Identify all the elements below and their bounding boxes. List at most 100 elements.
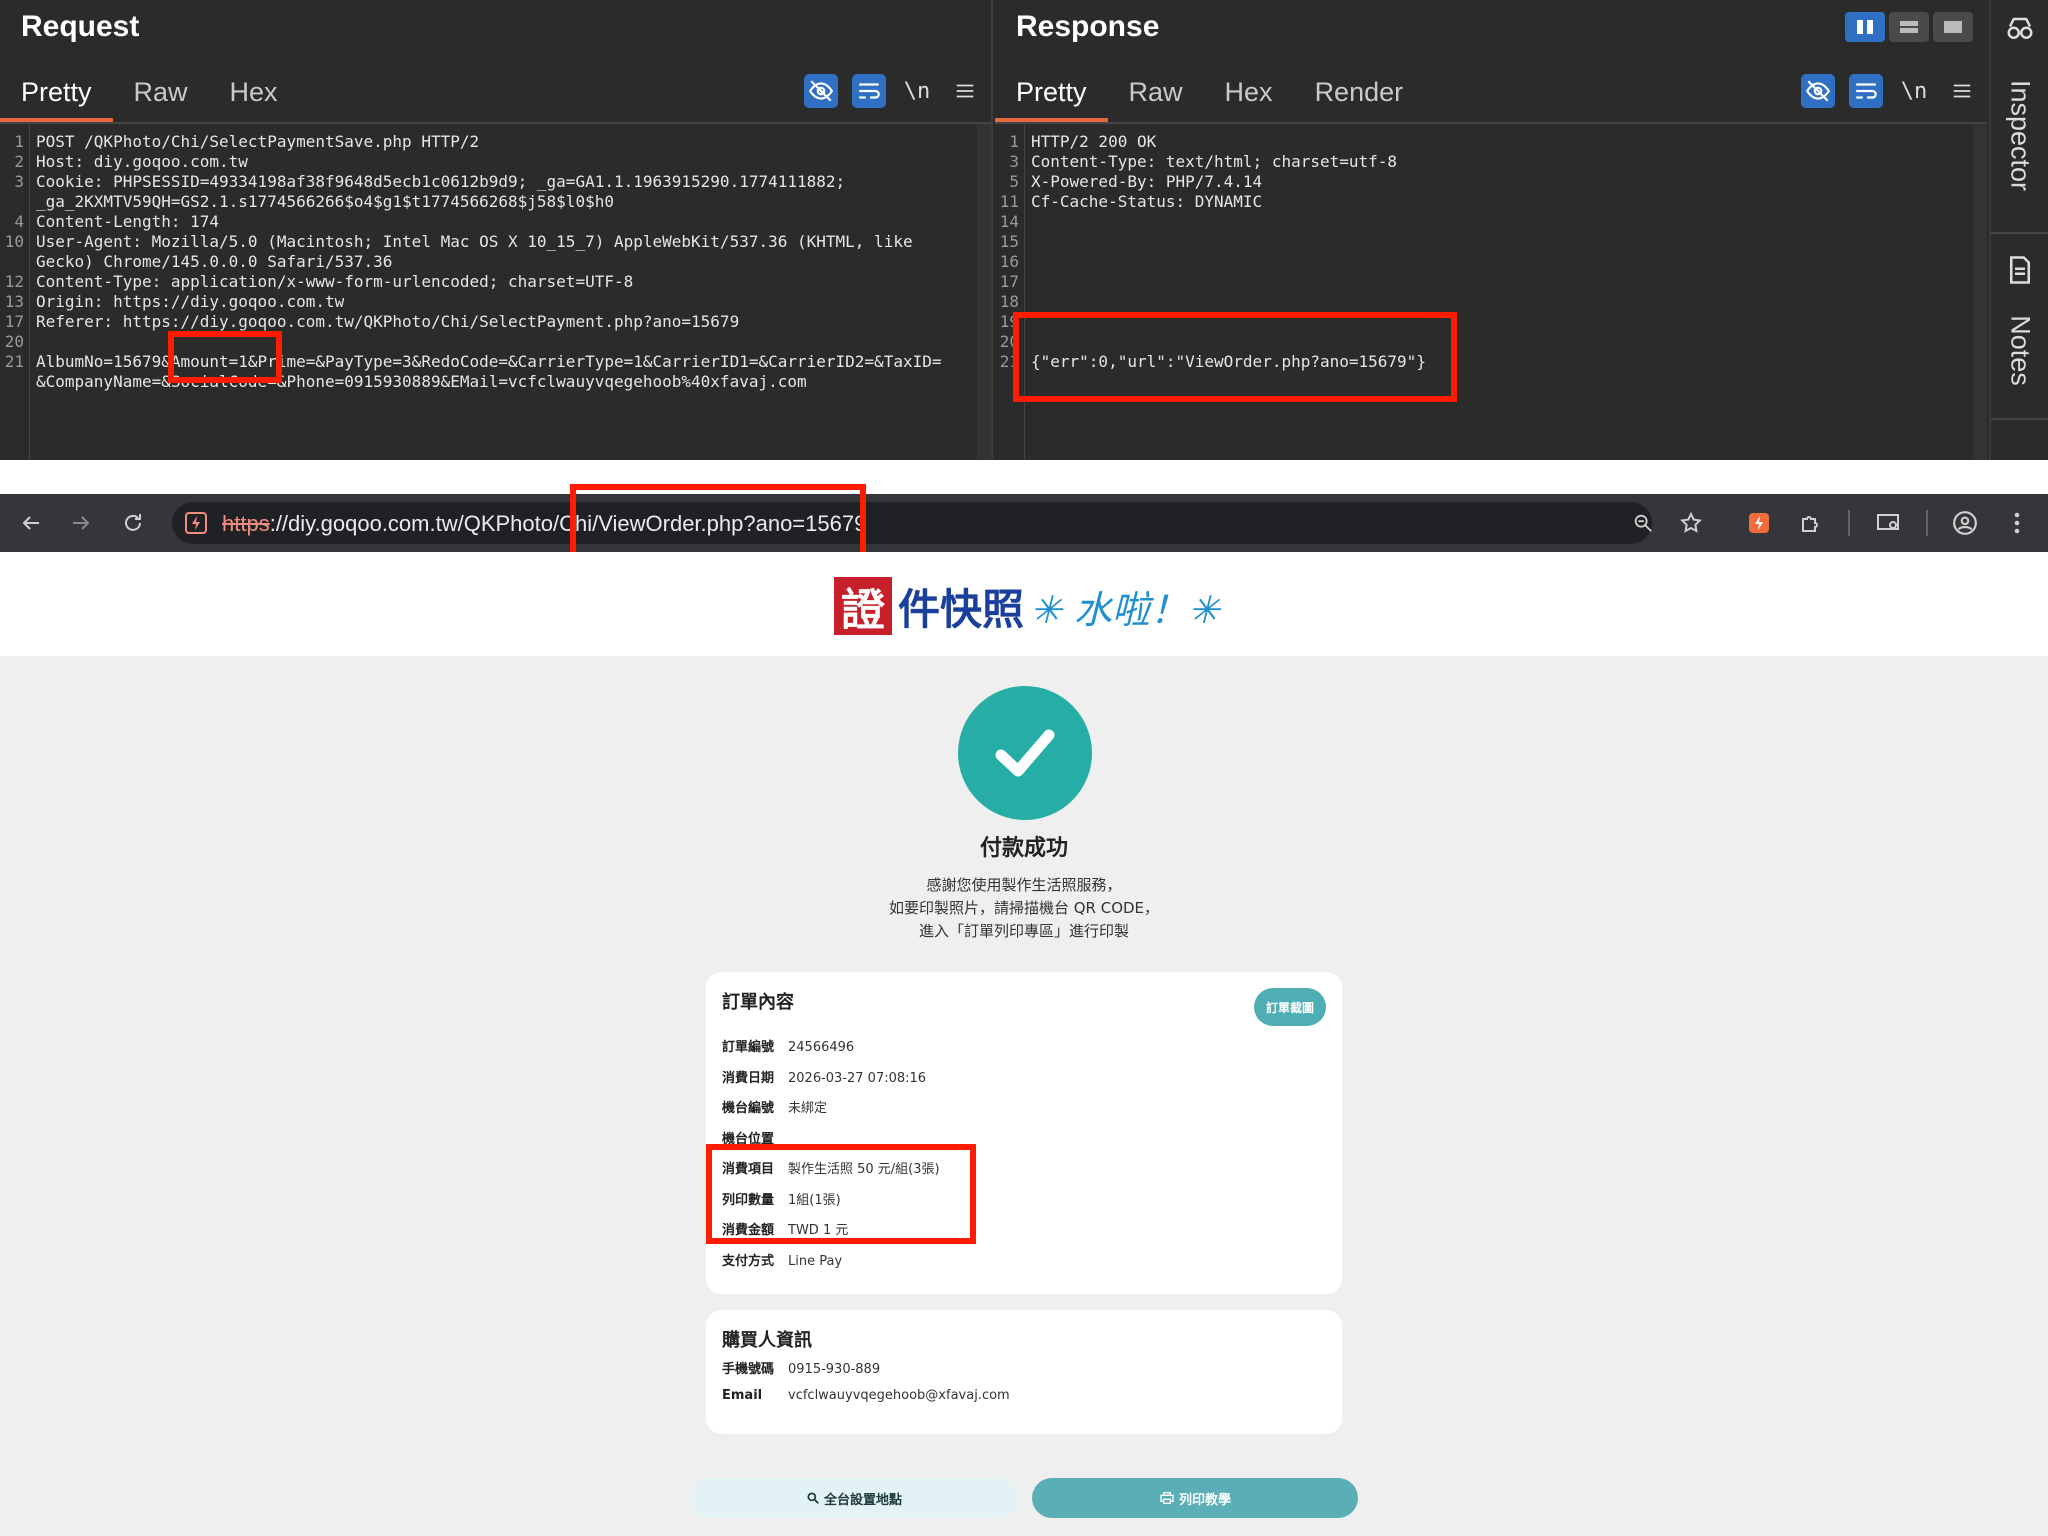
- tab-raw[interactable]: Raw: [113, 72, 209, 122]
- info-row: 手機號碼 0915-930-889: [722, 1358, 880, 1380]
- cast-icon[interactable]: [1872, 506, 1906, 540]
- menu-icon[interactable]: [1945, 74, 1979, 108]
- line-number: 17: [999, 272, 1019, 291]
- line-text: Content-Type: text/html; charset=utf-8: [1031, 152, 1398, 171]
- code-line[interactable]: _ga_2KXMTV59QH=GS2.1.s1774566266$o4$g1$t…: [0, 192, 977, 212]
- reload-icon[interactable]: [116, 506, 150, 540]
- brand-logo[interactable]: 證 件快照 ✳ 水啦！✳: [834, 576, 1220, 636]
- highlight-amount: [168, 331, 282, 383]
- response-scrollbar[interactable]: [1973, 124, 1987, 460]
- code-line[interactable]: 17: [995, 272, 1973, 292]
- newline-toggle[interactable]: \n: [900, 74, 934, 108]
- thanks-line: 進入「訂單列印專區」進行印製: [918, 922, 1129, 940]
- line-number: 2: [14, 152, 24, 171]
- code-line[interactable]: 11 Cf-Cache-Status: DYNAMIC: [995, 192, 1973, 212]
- wrap-icon[interactable]: [852, 74, 886, 108]
- code-line[interactable]: 10 User-Agent: Mozilla/5.0 (Macintosh; In…: [0, 232, 977, 252]
- tutorial-button[interactable]: 列印教學: [1032, 1478, 1358, 1518]
- request-pane: Request Pretty Raw Hex \n 1 POST /QKPhoto…: [0, 0, 993, 460]
- locations-button[interactable]: 全台設置地點: [690, 1478, 1018, 1518]
- info-label: 訂單編號: [722, 1040, 775, 1055]
- line-number: 4: [14, 212, 24, 231]
- response-pane: Response Pretty Raw Hex Render \n 1 HTTP/…: [995, 0, 1987, 460]
- extension-icon[interactable]: [1742, 506, 1776, 540]
- code-line[interactable]: 2 Host: diy.goqoo.com.tw: [0, 152, 977, 172]
- inspector-icon[interactable]: [2005, 14, 2035, 48]
- tab-pretty[interactable]: Pretty: [0, 72, 113, 122]
- split-vertical-icon[interactable]: [1889, 12, 1929, 42]
- code-line[interactable]: 15: [995, 232, 1973, 252]
- wrap-icon[interactable]: [1849, 74, 1883, 108]
- search-icon: [807, 1492, 819, 1504]
- line-text: Content-Length: 174: [36, 212, 220, 231]
- line-text: Referer: https://diy.goqoo.com.tw/QKPhot…: [36, 312, 740, 331]
- code-line[interactable]: 14: [995, 212, 1973, 232]
- profile-icon[interactable]: [1948, 506, 1982, 540]
- kebab-icon[interactable]: [2000, 506, 2034, 540]
- code-line[interactable]: 16: [995, 252, 1973, 272]
- forward-icon[interactable]: [64, 506, 98, 540]
- address-bar[interactable]: https://diy.goqoo.com.tw/QKPhoto/Chi/Vie…: [172, 502, 1652, 544]
- code-line[interactable]: 5 X-Powered-By: PHP/7.4.14: [995, 172, 1973, 192]
- inspector-sidebar: Inspector Notes: [1989, 0, 2048, 460]
- check-icon: [958, 686, 1092, 820]
- info-value: Line Pay: [788, 1253, 843, 1269]
- code-line[interactable]: 4 Content-Length: 174: [0, 212, 977, 232]
- response-editor[interactable]: 1 HTTP/2 200 OK 3 Content-Type: text/html; …: [995, 124, 1973, 460]
- split-horizontal-icon[interactable]: [1845, 12, 1885, 42]
- info-label: 手機號碼: [722, 1362, 775, 1377]
- code-line[interactable]: &CompanyName=&SocialCode=&Phone=09159308…: [0, 372, 977, 392]
- puzzle-icon[interactable]: [1794, 506, 1828, 540]
- code-line[interactable]: 1 HTTP/2 200 OK: [995, 132, 1973, 152]
- notes-tab[interactable]: Notes: [2004, 315, 2035, 386]
- print-icon: [1160, 1492, 1174, 1504]
- menu-icon[interactable]: [948, 74, 982, 108]
- info-value: 24566496: [788, 1040, 855, 1055]
- line-number: 12: [4, 272, 24, 291]
- code-line[interactable]: Gecko) Chrome/145.0.0.0 Safari/537.36: [0, 252, 977, 272]
- inspector-tab[interactable]: Inspector: [2004, 80, 2035, 191]
- order-screenshot-button[interactable]: 訂單截圖: [1254, 988, 1326, 1026]
- code-line[interactable]: 20: [0, 332, 977, 352]
- line-text: POST /QKPhoto/Chi/SelectPaymentSave.php …: [36, 132, 480, 151]
- notes-icon[interactable]: [2005, 255, 2035, 289]
- info-row: Email vcfclwauyvqegehoob@xfavaj.com: [722, 1388, 1010, 1410]
- request-editor[interactable]: 1 POST /QKPhoto/Chi/SelectPaymentSave.php…: [0, 124, 977, 460]
- tab-pretty[interactable]: Pretty: [995, 72, 1108, 122]
- code-line[interactable]: 17 Referer: https://diy.goqoo.com.tw/QKPh…: [0, 312, 977, 332]
- line-text: Cookie: PHPSESSID=49334198af38f9648d5ecb…: [36, 172, 846, 191]
- star-icon[interactable]: [1674, 506, 1708, 540]
- order-result-page: 證 件快照 ✳ 水啦！✳ 付款成功 感謝您使用製作生活照服務， 如要印製照片，請…: [0, 552, 2048, 1536]
- code-line[interactable]: 13 Origin: https://diy.goqoo.com.tw: [0, 292, 977, 312]
- zoom-icon[interactable]: [1626, 506, 1660, 540]
- eye-off-icon[interactable]: [804, 74, 838, 108]
- tab-raw[interactable]: Raw: [1108, 72, 1204, 122]
- line-number: 14: [999, 212, 1019, 231]
- code-line[interactable]: 21 AlbumNo=15679&Amount=1&Prime=&PayType=…: [0, 352, 977, 372]
- line-text: Origin: https://diy.goqoo.com.tw: [36, 292, 345, 311]
- code-line[interactable]: 3 Content-Type: text/html; charset=utf-8: [995, 152, 1973, 172]
- tab-hex[interactable]: Hex: [1204, 72, 1294, 122]
- code-line[interactable]: 18: [995, 292, 1973, 312]
- browser-toolbar: https://diy.goqoo.com.tw/QKPhoto/Chi/Vie…: [0, 494, 2048, 552]
- tab-hex[interactable]: Hex: [209, 72, 299, 122]
- request-tabs: Pretty Raw Hex: [0, 72, 299, 122]
- tab-render[interactable]: Render: [1294, 72, 1425, 122]
- line-text: Cf-Cache-Status: DYNAMIC: [1031, 192, 1263, 211]
- request-title: Request: [21, 10, 140, 43]
- code-line[interactable]: 3 Cookie: PHPSESSID=49334198af38f9648d5ec…: [0, 172, 977, 192]
- line-number: 13: [4, 292, 24, 311]
- code-line[interactable]: 1 POST /QKPhoto/Chi/SelectPaymentSave.php…: [0, 132, 977, 152]
- eye-off-icon[interactable]: [1801, 74, 1835, 108]
- buyer-card-title: 購買人資訊: [722, 1330, 812, 1351]
- newline-toggle[interactable]: \n: [1897, 74, 1931, 108]
- info-row: 機台編號 未綁定: [722, 1097, 827, 1119]
- code-line[interactable]: 12 Content-Type: application/x-www-form-u…: [0, 272, 977, 292]
- single-pane-icon[interactable]: [1933, 12, 1973, 42]
- buyer-card: 購買人資訊 手機號碼 0915-930-889 Email vcfclwauyvqeg…: [706, 1310, 1342, 1434]
- logo-text: 件快照: [898, 584, 1025, 634]
- back-icon[interactable]: [14, 506, 48, 540]
- site-warning-icon[interactable]: [184, 511, 208, 539]
- order-card-title: 訂單內容: [722, 992, 794, 1013]
- request-scrollbar[interactable]: [977, 124, 991, 460]
